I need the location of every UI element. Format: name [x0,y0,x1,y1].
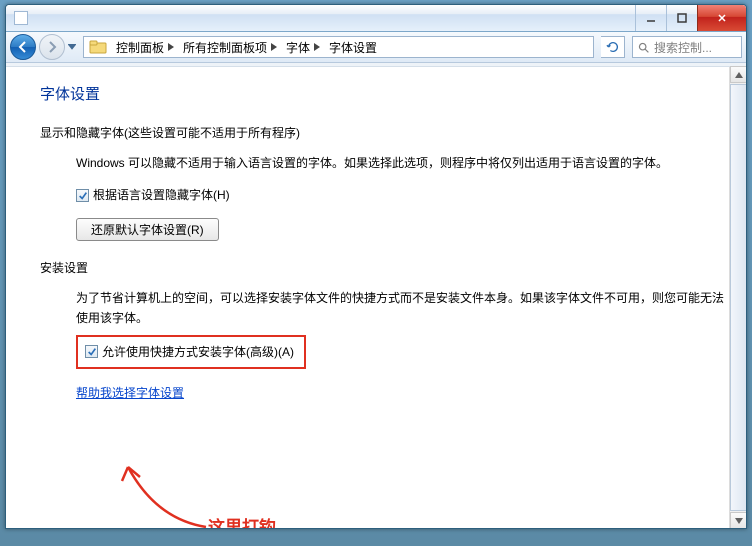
chevron-right-icon [271,40,277,54]
section-install-settings: 安装设置 为了节省计算机上的空间，可以选择安装字体文件的快捷方式而不是安装文件本… [40,259,734,422]
explorer-window: 控制面板 所有控制面板项 字体 字体设置 搜索控制... 字体设置 显示和隐藏字… [5,4,747,529]
history-dropdown[interactable] [68,35,76,59]
section-text: Windows 可以隐藏不适用于输入语言设置的字体。如果选择此选项，则程序中将仅… [76,153,732,173]
breadcrumb-item[interactable]: 字体设置 [323,39,380,56]
breadcrumb-label: 所有控制面板项 [183,39,267,56]
shortcut-install-checkbox-row[interactable]: 允许使用快捷方式安装字体(高级)(A) [85,342,294,362]
page-title: 字体设置 [40,83,734,104]
minimize-button[interactable] [635,5,666,31]
checkbox-label: 根据语言设置隐藏字体(H) [93,185,230,205]
search-placeholder: 搜索控制... [654,39,712,56]
help-link[interactable]: 帮助我选择字体设置 [76,383,184,403]
window-icon [14,11,28,25]
hide-fonts-checkbox-row[interactable]: 根据语言设置隐藏字体(H) [76,185,732,205]
breadcrumb-item[interactable]: 控制面板 [110,39,177,56]
restore-defaults-button[interactable]: 还原默认字体设置(R) [76,218,219,241]
annotation-text: 这里打钩 [208,513,276,528]
content-area: 字体设置 显示和隐藏字体(这些设置可能不适用于所有程序) Windows 可以隐… [6,67,746,528]
highlighted-box: 允许使用快捷方式安装字体(高级)(A) [76,335,306,369]
scroll-down-button[interactable] [730,512,747,529]
chevron-right-icon [314,40,320,54]
section-show-hide-fonts: 显示和隐藏字体(这些设置可能不适用于所有程序) Windows 可以隐藏不适用于… [40,124,734,259]
close-button[interactable] [697,5,746,31]
breadcrumb-item[interactable]: 所有控制面板项 [177,39,280,56]
annotation-arrow: 这里打钩 [116,459,216,528]
address-bar[interactable]: 控制面板 所有控制面板项 字体 字体设置 [83,36,594,58]
vertical-scrollbar[interactable] [729,67,746,528]
section-text: 为了节省计算机上的空间，可以选择安装字体文件的快捷方式而不是安装文件本身。如果该… [76,288,732,329]
breadcrumb-item[interactable]: 字体 [280,39,323,56]
scroll-thumb[interactable] [730,84,747,511]
folder-icon [88,37,108,57]
maximize-button[interactable] [666,5,697,31]
back-button[interactable] [10,34,36,60]
breadcrumb-label: 字体 [286,39,310,56]
section-title: 安装设置 [40,259,734,276]
breadcrumb-label: 控制面板 [116,39,164,56]
chevron-right-icon [168,40,174,54]
section-title: 显示和隐藏字体(这些设置可能不适用于所有程序) [40,124,734,141]
search-input[interactable]: 搜索控制... [632,36,742,58]
checkbox-icon [85,345,98,358]
scroll-up-button[interactable] [730,66,747,83]
checkbox-label: 允许使用快捷方式安装字体(高级)(A) [102,342,294,362]
forward-button[interactable] [39,34,65,60]
breadcrumb-label: 字体设置 [329,39,377,56]
refresh-button[interactable] [601,36,625,58]
window-titlebar [6,5,746,32]
search-icon [637,41,650,54]
checkbox-icon [76,189,89,202]
navigation-toolbar: 控制面板 所有控制面板项 字体 字体设置 搜索控制... [6,32,746,63]
